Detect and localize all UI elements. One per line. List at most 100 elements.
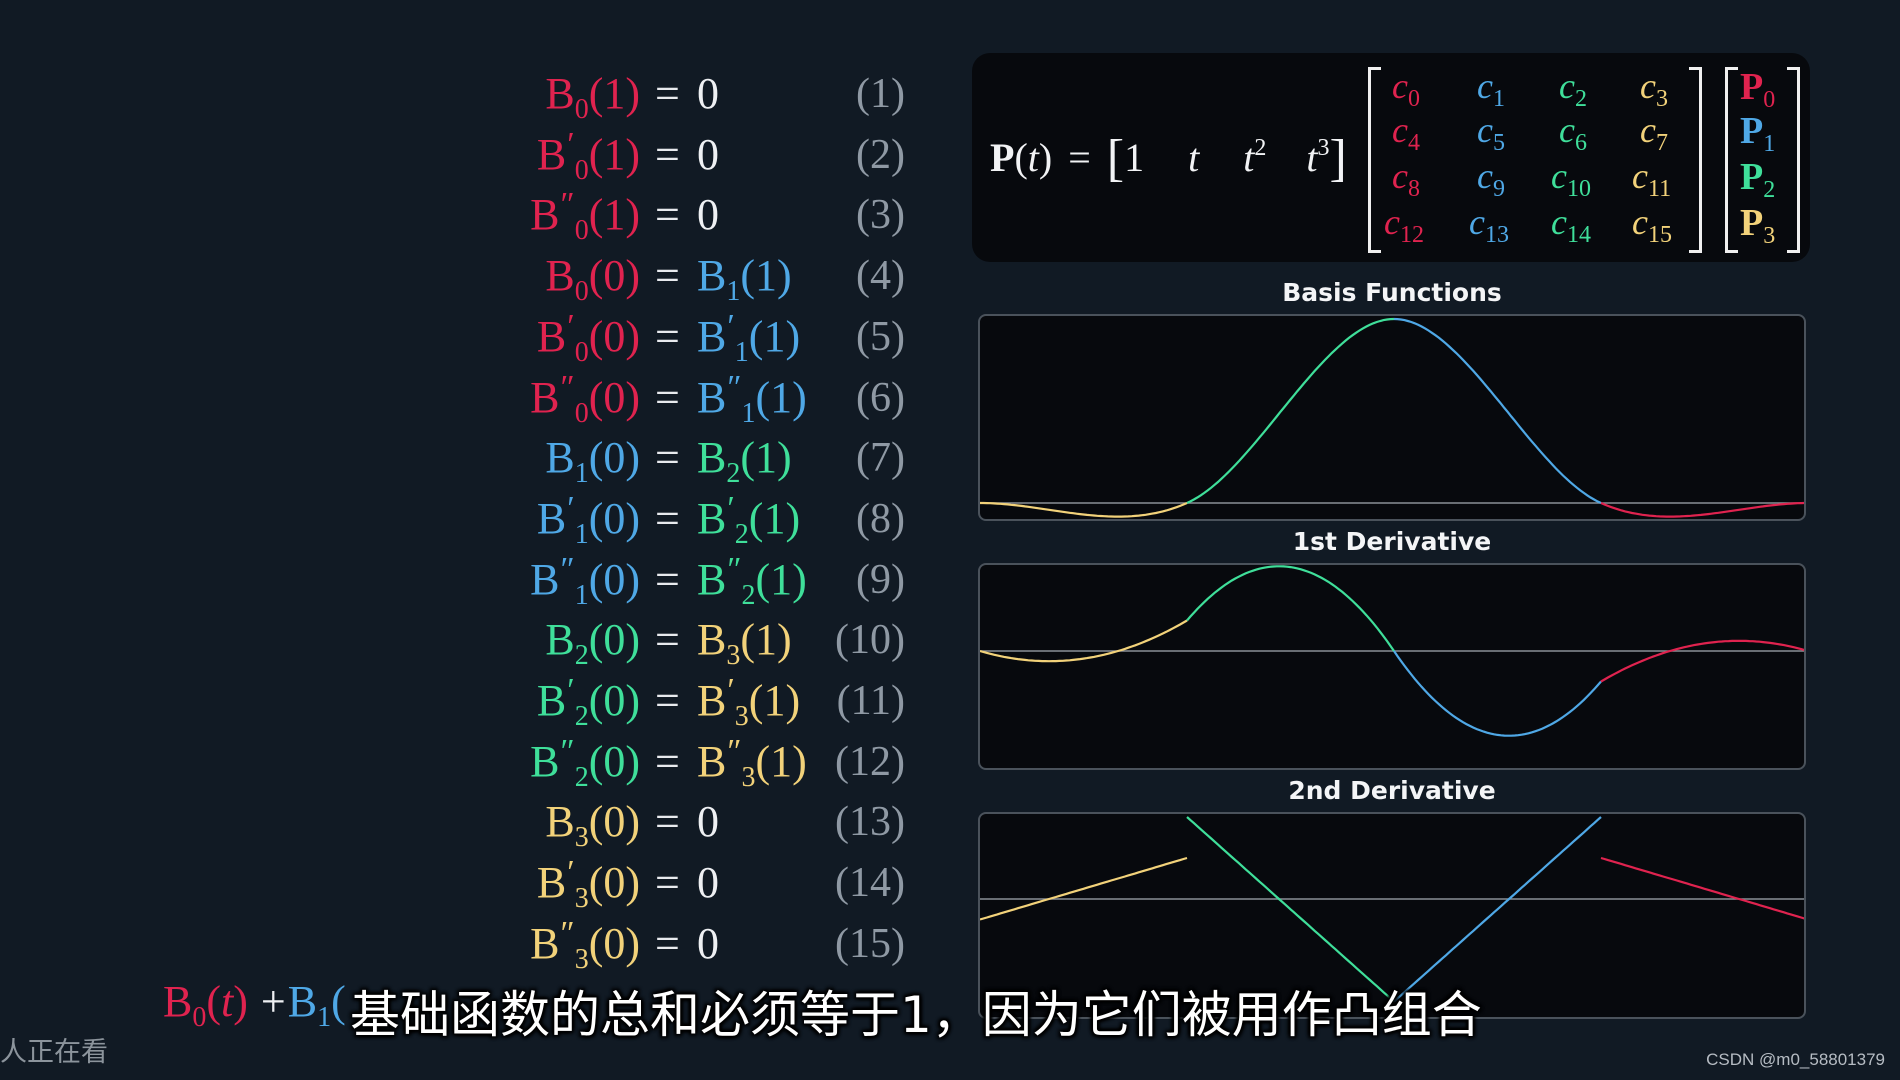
series-line-b2: [1186, 317, 1395, 504]
equals-sign: =: [655, 493, 680, 543]
series-line-b3pp: [980, 856, 1188, 921]
basis-term: B′0(0): [536, 307, 640, 368]
basis-term: B′2(1): [697, 489, 801, 550]
basis-term: B1(1): [697, 251, 792, 308]
basis-term: B0(1): [545, 69, 640, 125]
basis-term: B2(1): [697, 433, 792, 490]
matrix-coefficient: c7: [1640, 110, 1668, 156]
chart-title-second-derivative: 2nd Derivative: [1288, 776, 1496, 805]
basis-term: B″3(0): [530, 914, 640, 975]
equation-rhs: 0: [697, 66, 719, 122]
matrix-coefficient: c4: [1392, 110, 1420, 156]
chart-first-derivative-svg: [980, 565, 1804, 737]
equals-sign: =: [655, 615, 680, 665]
points-bracket-right: [1787, 67, 1800, 253]
matrix-coefficient: c14: [1551, 202, 1591, 248]
equation-rhs: B′2(1): [697, 489, 801, 550]
matrix-coefficient: c2: [1559, 66, 1587, 112]
matrix-coefficient: c11: [1632, 156, 1672, 202]
series-line-b0: [1600, 501, 1804, 518]
equals-sign: =: [655, 69, 680, 118]
equals-sign: =: [655, 251, 680, 301]
equation-rhs: 0: [697, 127, 719, 183]
value-zero: 0: [697, 918, 719, 968]
power: 2: [1254, 135, 1267, 161]
points-bracket-left: [1725, 67, 1738, 253]
matrix-coefficient: c1: [1477, 66, 1505, 112]
basis-term: B″0(0): [530, 368, 640, 429]
matrix-bracket-right: [1689, 67, 1702, 253]
equals-sign: =: [655, 676, 680, 725]
matrix-coefficient: c0: [1392, 66, 1420, 112]
equation-number: (8): [856, 495, 905, 542]
basis-term: B′2(0): [536, 672, 640, 732]
matrix-coefficient: c8: [1392, 156, 1420, 202]
matrix-formula-lhs: P(t) = [1 t t2 t3]: [990, 129, 1347, 188]
basis-term: B″3(1): [697, 732, 807, 793]
equation-lhs: B0(0): [545, 248, 640, 306]
equals-sign: =: [655, 797, 680, 847]
power: 3: [1317, 135, 1330, 161]
equation-rhs: 0: [697, 794, 719, 850]
equation-rhs: B′3(1): [697, 672, 801, 732]
equation-lhs: B″3(0): [530, 914, 640, 975]
matrix-bracket-left: [1368, 67, 1381, 253]
value-zero: 0: [697, 190, 719, 240]
equation-rhs: B″2(1): [697, 550, 807, 611]
basis-term: B′1(1): [697, 307, 801, 368]
matrix-coefficient: c12: [1384, 202, 1424, 248]
equation-number: (10): [835, 617, 905, 664]
matrix-coefficient: c9: [1477, 156, 1505, 202]
P-symbol: P: [990, 135, 1015, 180]
basis-term: B3(1): [697, 615, 792, 672]
equation-lhs: B3(0): [545, 794, 640, 852]
equation-lhs: B0(1): [545, 66, 640, 125]
sum-formula: B0(t) +B1(: [163, 976, 346, 1032]
basis-term: B″0(1): [530, 186, 640, 247]
equals-sign: =: [655, 918, 680, 968]
matrix-coefficient: c13: [1469, 202, 1509, 248]
equation-number: (13): [835, 799, 905, 846]
equation-lhs: B1(0): [545, 430, 640, 488]
series-line-b1: [1393, 317, 1602, 505]
equation-lhs: B″2(0): [530, 732, 640, 793]
equation-lhs: B″1(0): [530, 550, 640, 611]
equation-lhs: B′1(0): [537, 491, 640, 548]
t-var: t: [1027, 135, 1039, 180]
equals-sign: =: [655, 433, 680, 483]
equation-rhs: 0: [697, 855, 719, 911]
equals-sign: =: [655, 311, 680, 361]
equation-lhs: B′0(1): [536, 125, 640, 186]
equation-lhs: B2(0): [545, 612, 640, 670]
series-line-b3: [980, 501, 1188, 518]
equation-lhs: B′2(0): [536, 672, 640, 732]
matrix-coefficient: c3: [1640, 66, 1668, 112]
value-zero: 0: [697, 69, 719, 118]
equation-lhs: B″0(0): [530, 368, 640, 429]
chart-basis-svg: [980, 317, 1804, 518]
row-bracket-close: ]: [1329, 130, 1347, 187]
equation-rhs: 0: [697, 916, 719, 972]
basis-term: B″2(0): [530, 732, 640, 793]
plus-sign: +: [260, 977, 286, 1026]
value-zero: 0: [697, 858, 719, 908]
video-subtitle: 基础函数的总和必须等于1，因为它们被用作凸组合: [350, 986, 1482, 1044]
equation-rhs: B″1(1): [697, 368, 807, 429]
series-line-b1pp: [1393, 816, 1602, 1003]
control-point: P0: [1740, 66, 1776, 113]
value-zero: 0: [697, 129, 719, 179]
equation-number: (14): [835, 860, 905, 907]
basis-term: B′0(1): [536, 125, 640, 186]
equals-sign: =: [655, 129, 680, 179]
basis-term: B′3(1): [697, 672, 801, 732]
basis-term: B″1(0): [530, 550, 640, 611]
row-vector-item: t: [1306, 135, 1318, 180]
equation-number: (3): [856, 192, 905, 239]
basis-term: B″2(1): [697, 550, 807, 611]
chart-title-first-derivative: 1st Derivative: [1292, 527, 1492, 556]
matrix-coefficient: c15: [1632, 202, 1672, 248]
basis-term: B″1(1): [697, 368, 807, 429]
chart-title-basis: Basis Functions: [1282, 278, 1502, 307]
chart-first-derivative: [978, 563, 1806, 770]
row-vector-item: 1: [1124, 135, 1145, 180]
